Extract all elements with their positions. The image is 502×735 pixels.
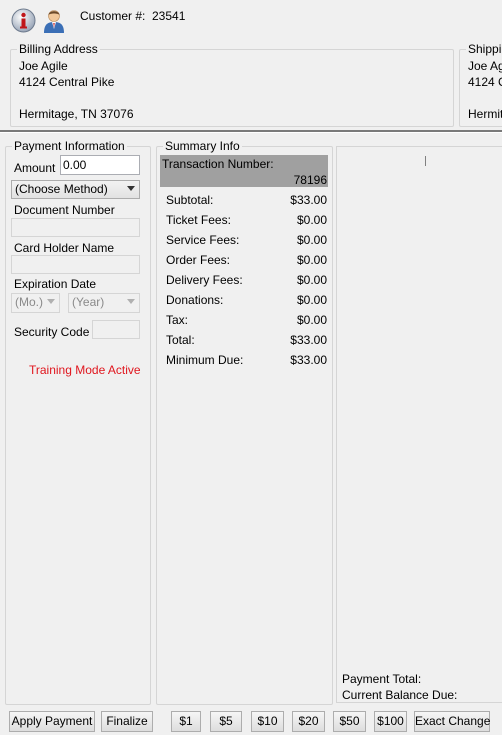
billing-name: Joe Agile: [19, 59, 68, 73]
summary-label: Total:: [166, 333, 195, 347]
billing-street: 4124 Central Pike: [19, 75, 115, 89]
summary-value: $0.00: [296, 293, 327, 307]
expiration-month-value: (Mo.): [15, 295, 43, 309]
customer-label: Customer #:: [80, 9, 146, 23]
summary-value: $0.00: [296, 233, 327, 247]
summary-label: Service Fees:: [166, 233, 240, 247]
expiration-date-label: Expiration Date: [14, 277, 97, 291]
summary-value: $33.00: [290, 193, 327, 207]
apply-payment-button[interactable]: Apply Payment: [9, 711, 95, 732]
customer-person-icon[interactable]: [42, 7, 66, 33]
summary-label: Ticket Fees:: [166, 213, 231, 227]
summary-row-delivery-fees: Delivery Fees: $0.00: [166, 270, 327, 290]
current-balance-due-label: Current Balance Due:: [342, 688, 458, 702]
shipping-city-state-zip: Hermit: [468, 107, 502, 121]
card-holder-name-field[interactable]: [11, 255, 140, 274]
chevron-down-icon: [127, 186, 135, 191]
expiration-year-value: (Year): [72, 295, 105, 309]
expiration-month-select[interactable]: (Mo.): [11, 293, 60, 313]
shipping-street: 4124 C: [468, 75, 502, 89]
summary-value: $0.00: [296, 273, 327, 287]
security-code-label: Security Code: [14, 325, 90, 339]
payment-total-label: Payment Total:: [342, 672, 422, 686]
fifty-dollar-button[interactable]: $50: [333, 711, 366, 732]
summary-label: Minimum Due:: [166, 353, 244, 367]
summary-label: Subtotal:: [166, 193, 214, 207]
header-divider: [0, 130, 502, 133]
payment-information-legend: Payment Information: [12, 139, 127, 153]
amount-input[interactable]: 0.00: [60, 155, 140, 175]
summary-label: Tax:: [166, 313, 189, 327]
text-cursor: [425, 156, 426, 166]
training-mode-text: Training Mode Active: [29, 363, 141, 377]
summary-value: $0.00: [296, 213, 327, 227]
summary-row-order-fees: Order Fees: $0.00: [166, 250, 327, 270]
summary-value: $33.00: [290, 353, 327, 367]
security-code-field[interactable]: [92, 320, 140, 339]
summary-value: $0.00: [296, 313, 327, 327]
transaction-number-value: 78196: [293, 173, 327, 187]
billing-city-state-zip: Hermitage, TN 37076: [19, 107, 134, 121]
shipping-address-legend: Shippin: [466, 42, 502, 56]
payments-list-panel[interactable]: [336, 146, 502, 703]
one-dollar-button[interactable]: $1: [171, 711, 201, 732]
finalize-button[interactable]: Finalize: [101, 711, 153, 732]
chevron-down-icon: [127, 299, 135, 304]
transaction-number-box: Transaction Number: 78196: [160, 155, 328, 187]
summary-row-ticket-fees: Ticket Fees: $0.00: [166, 210, 327, 230]
exact-change-button[interactable]: Exact Change: [414, 711, 490, 732]
transaction-number-label: Transaction Number:: [162, 157, 274, 171]
five-dollar-button[interactable]: $5: [210, 711, 242, 732]
summary-row-service-fees: Service Fees: $0.00: [166, 230, 327, 250]
info-icon[interactable]: [11, 8, 36, 33]
summary-row-subtotal: Subtotal: $33.00: [166, 190, 327, 210]
summary-row-tax: Tax: $0.00: [166, 310, 327, 330]
document-number-field[interactable]: [11, 218, 140, 237]
expiration-year-select[interactable]: (Year): [68, 293, 140, 313]
document-number-label: Document Number: [14, 203, 115, 217]
chevron-down-icon: [47, 299, 55, 304]
billing-address-legend: Billing Address: [17, 42, 100, 56]
amount-label: Amount: [14, 161, 56, 175]
payment-method-value: (Choose Method): [15, 182, 108, 196]
twenty-dollar-button[interactable]: $20: [292, 711, 325, 732]
card-holder-name-label: Card Holder Name: [14, 241, 115, 255]
summary-value: $0.00: [296, 253, 327, 267]
summary-value: $33.00: [290, 333, 327, 347]
summary-label: Delivery Fees:: [166, 273, 243, 287]
summary-row-total: Total: $33.00: [166, 330, 327, 350]
customer-number: 23541: [152, 9, 186, 23]
hundred-dollar-button[interactable]: $100: [374, 711, 407, 732]
summary-info-legend: Summary Info: [163, 139, 242, 153]
shipping-name: Joe Ag: [468, 59, 502, 73]
summary-row-minimum-due: Minimum Due: $33.00: [166, 350, 327, 370]
amount-value: 0.00: [63, 158, 87, 172]
summary-row-donations: Donations: $0.00: [166, 290, 327, 310]
summary-label: Order Fees:: [166, 253, 231, 267]
ten-dollar-button[interactable]: $10: [251, 711, 284, 732]
payment-method-select[interactable]: (Choose Method): [11, 180, 140, 199]
summary-label: Donations:: [166, 293, 224, 307]
